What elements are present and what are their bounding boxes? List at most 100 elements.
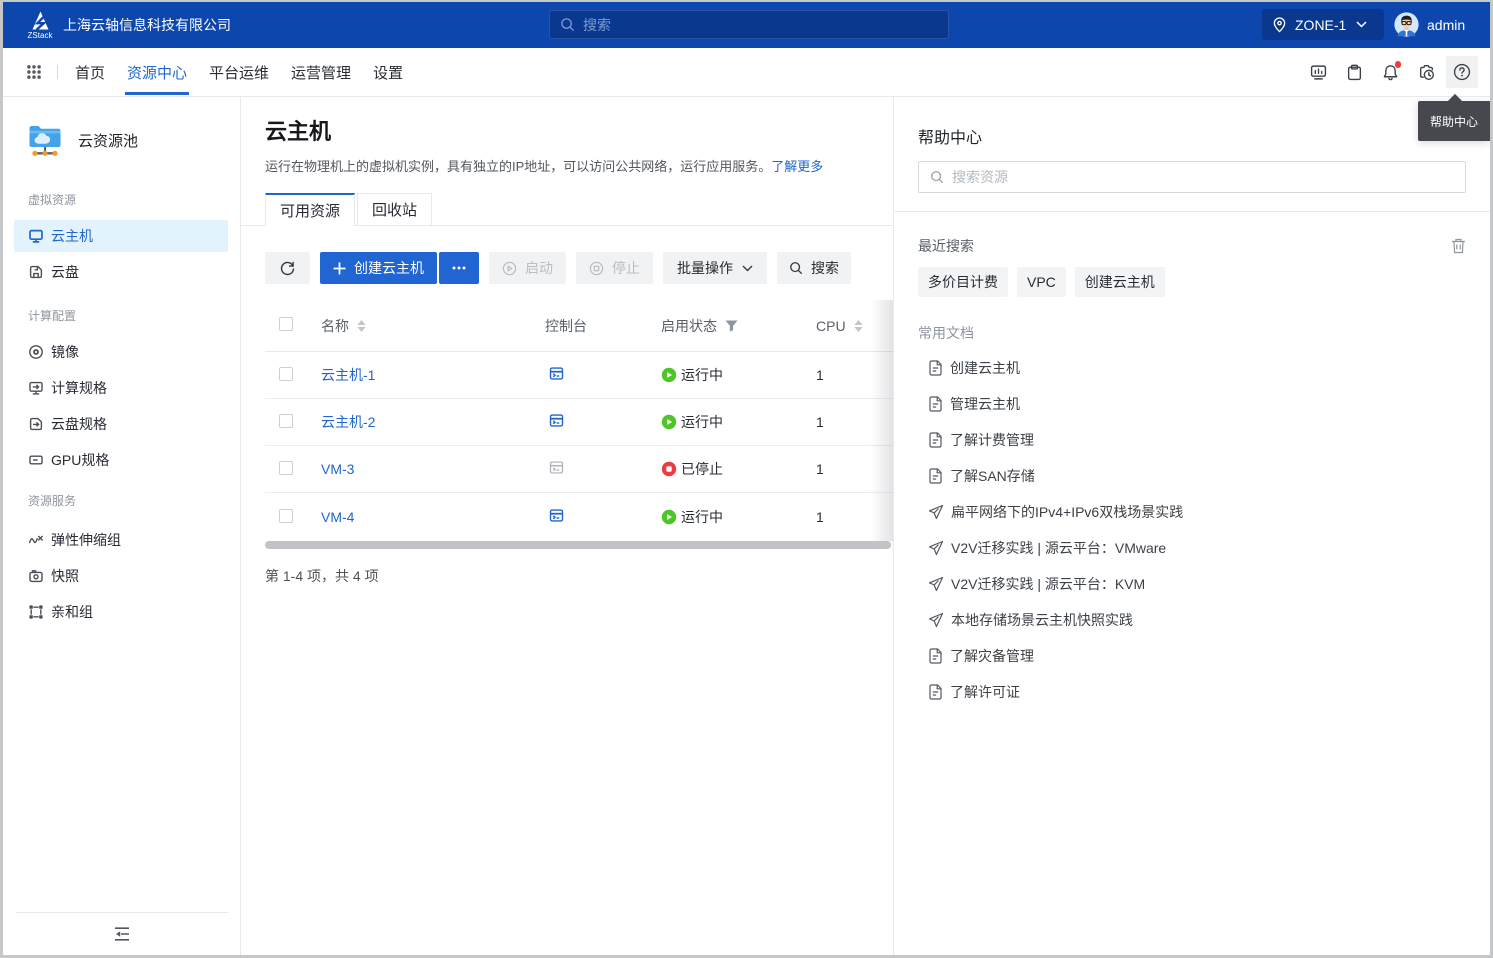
sidebar-item-vm-instances[interactable]: 云主机 (14, 220, 228, 252)
sidebar-item-label: 弹性伸缩组 (51, 530, 121, 550)
sidebar-item-volumes[interactable]: 云盘 (14, 256, 228, 288)
sidebar-item-label: 镜像 (51, 342, 79, 362)
doc-link-label: 管理云主机 (950, 394, 1020, 414)
vm-name-link[interactable]: 云主机-2 (321, 412, 375, 432)
scrollbar-thumb[interactable] (265, 541, 891, 549)
tab-recycle-bin[interactable]: 回收站 (357, 193, 432, 226)
vm-name-link[interactable]: 云主机-1 (321, 365, 375, 385)
status-badge: 已停止 (661, 459, 723, 479)
doc-link[interactable]: 了解计费管理 (918, 422, 1466, 458)
sidebar-collapse-button[interactable] (16, 912, 228, 955)
send-plane-icon (928, 540, 944, 556)
horizontal-scrollbar[interactable] (265, 541, 893, 549)
status-text: 运行中 (681, 365, 723, 385)
autoscaling-icon (28, 532, 44, 548)
sidebar-item-snapshots[interactable]: 快照 (14, 560, 228, 592)
pagination-info: 第 1-4 项，共 4 项 (265, 566, 893, 586)
doc-link[interactable]: 扁平网络下的IPv4+IPv6双栈场景实践 (918, 494, 1466, 530)
doc-link[interactable]: V2V迁移实践 | 源云平台：VMware (918, 530, 1466, 566)
recent-tag[interactable]: 创建云主机 (1075, 267, 1165, 297)
vm-table: 名称 控制台 启用状态 CPU (265, 300, 893, 549)
console-button[interactable] (549, 413, 564, 428)
main-content: 云主机 运行在物理机上的虚拟机实例，具有独立的IP地址，可以访问公共网络，运行应… (241, 97, 893, 955)
doc-link[interactable]: 管理云主机 (918, 386, 1466, 422)
select-all-checkbox[interactable] (279, 317, 293, 331)
console-icon (549, 508, 564, 523)
batch-actions-button[interactable]: 批量操作 (663, 252, 767, 284)
status-text: 已停止 (681, 459, 723, 479)
console-button[interactable] (549, 508, 564, 523)
recent-tag[interactable]: VPC (1017, 267, 1066, 297)
cpu-value: 1 (816, 414, 824, 430)
sidebar-group-compute-config: 计算配置 (28, 307, 240, 325)
doc-link[interactable]: 了解许可证 (918, 674, 1466, 710)
console-button[interactable] (549, 366, 564, 381)
sidebar-group-virtual-resources: 虚拟资源 (28, 191, 240, 209)
column-header-name[interactable]: 名称 (321, 316, 349, 336)
gpu-card-icon (28, 452, 44, 468)
nav-item-home[interactable]: 首页 (75, 48, 105, 96)
doc-link[interactable]: V2V迁移实践 | 源云平台：KVM (918, 566, 1466, 602)
column-header-status[interactable]: 启用状态 (661, 316, 717, 336)
search-button[interactable]: 搜索 (777, 252, 851, 284)
sidebar-item-autoscaling-groups[interactable]: 弹性伸缩组 (14, 524, 228, 556)
zone-selector[interactable]: ZONE-1 (1262, 9, 1384, 40)
zone-value: ZONE-1 (1295, 17, 1346, 33)
dashboard-monitor-icon[interactable] (1302, 56, 1334, 88)
row-checkbox[interactable] (279, 414, 293, 428)
cpu-value: 1 (816, 461, 824, 477)
vm-name-link[interactable]: VM-4 (321, 509, 354, 525)
doc-link[interactable]: 了解灾备管理 (918, 638, 1466, 674)
operation-log-icon[interactable] (1410, 56, 1442, 88)
stop-button[interactable]: 停止 (576, 252, 653, 284)
sidebar-item-gpu-offerings[interactable]: GPU规格 (14, 444, 228, 476)
zstack-logo-mark (32, 11, 49, 30)
help-icon[interactable] (1446, 56, 1478, 88)
refresh-button[interactable] (265, 252, 310, 284)
doc-link[interactable]: 了解SAN存储 (918, 458, 1466, 494)
vm-name-link[interactable]: VM-3 (321, 461, 354, 477)
user-menu[interactable]: admin (1394, 12, 1465, 37)
create-vm-button[interactable]: 创建云主机 (320, 252, 437, 284)
learn-more-link[interactable]: 了解更多 (771, 159, 823, 174)
nav-item-resource-center[interactable]: 资源中心 (127, 48, 187, 96)
row-checkbox[interactable] (279, 509, 293, 523)
global-search-input[interactable]: 搜索 (549, 10, 949, 39)
row-checkbox[interactable] (279, 367, 293, 381)
apps-grid-icon[interactable] (27, 65, 41, 79)
row-checkbox[interactable] (279, 461, 293, 475)
sort-icon[interactable] (854, 320, 863, 332)
recent-search-label: 最近搜索 (918, 236, 974, 256)
clear-recent-trash-icon[interactable] (1451, 238, 1466, 254)
zstack-logo[interactable]: ZStack (20, 11, 60, 39)
company-name: 上海云轴信息科技有限公司 (63, 15, 231, 35)
clipboard-icon[interactable] (1338, 56, 1370, 88)
page-title: 云主机 (265, 120, 893, 144)
sidebar-item-affinity-groups[interactable]: 亲和组 (14, 596, 228, 628)
help-search-input[interactable]: 搜索资源 (918, 161, 1466, 193)
doc-link[interactable]: 本地存储场景云主机快照实践 (918, 602, 1466, 638)
nav-item-platform-ops[interactable]: 平台运维 (209, 48, 269, 96)
tab-available-resources[interactable]: 可用资源 (265, 193, 355, 226)
avatar (1394, 12, 1419, 37)
location-pin-icon (1272, 17, 1287, 33)
column-header-cpu[interactable]: CPU (816, 318, 846, 334)
sidebar-item-images[interactable]: 镜像 (14, 336, 228, 368)
sidebar-item-volume-offerings[interactable]: 云盘规格 (14, 408, 228, 440)
start-button[interactable]: 启动 (489, 252, 566, 284)
table-row: VM-3 已停止 1 (265, 446, 893, 493)
nav-item-operation-mgmt[interactable]: 运营管理 (291, 48, 351, 96)
common-docs-label: 常用文档 (918, 323, 1466, 343)
filter-funnel-icon[interactable] (725, 320, 738, 332)
nav-item-settings[interactable]: 设置 (373, 48, 403, 96)
doc-file-icon (928, 360, 943, 376)
sidebar-item-instance-offerings[interactable]: 计算规格 (14, 372, 228, 404)
doc-link[interactable]: 创建云主机 (918, 350, 1466, 386)
doc-link-label: V2V迁移实践 | 源云平台：KVM (951, 574, 1145, 594)
recent-tag[interactable]: 多价目计费 (918, 267, 1008, 297)
sort-icon[interactable] (357, 320, 366, 332)
console-button[interactable] (549, 460, 564, 475)
notification-bell-icon[interactable] (1374, 56, 1406, 88)
status-badge: 运行中 (661, 365, 723, 385)
create-vm-more-button[interactable] (439, 252, 479, 284)
